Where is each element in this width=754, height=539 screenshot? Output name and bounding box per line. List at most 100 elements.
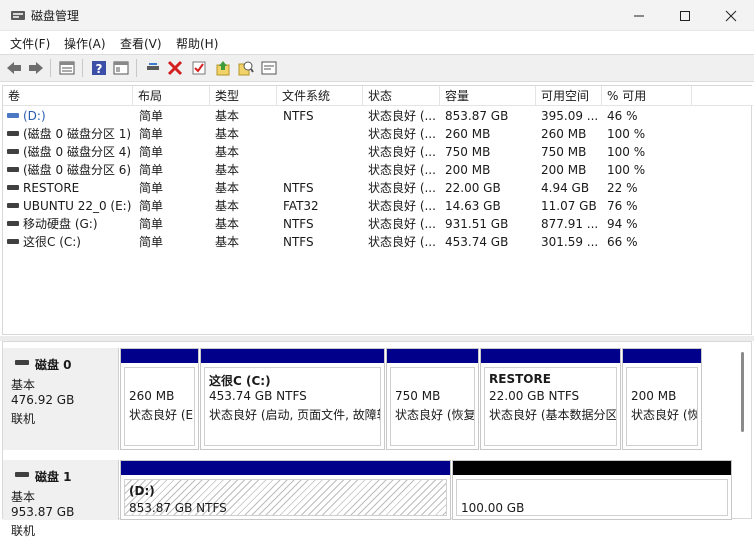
check-button[interactable] (189, 59, 209, 77)
volume-row[interactable]: (磁盘 0 磁盘分区 6) 简单 基本 状态良好 (... 200 MB 200 MB 10… (3, 161, 753, 179)
disk-type: 基本 (11, 378, 36, 392)
column-type[interactable]: 类型 (210, 86, 277, 106)
partition-status: 状态良好 (恢 (631, 408, 698, 422)
volume-row[interactable]: (D:) 简单 基本 NTFS 状态良好 (... 853.87 GB 395.09 ...… (3, 107, 753, 125)
partition-disk0-4[interactable]: 750 MB 状态良好 (恢复 (386, 348, 479, 450)
partition-body: 这很C (C:) 453.74 GB NTFS 状态良好 (启动, 页面文件, … (204, 367, 381, 446)
partition-size: 853.87 GB NTFS (129, 501, 227, 515)
view-button[interactable] (111, 59, 131, 77)
volume-row[interactable]: 移动硬盘 (G:) 简单 基本 NTFS 状态良好 (... 931.51 GB 877.9… (3, 215, 753, 233)
volume-row[interactable]: (磁盘 0 磁盘分区 1) 简单 基本 状态良好 (... 260 MB 260 MB 10… (3, 125, 753, 143)
partition-bar (623, 349, 701, 363)
volume-percent-free: 22 % (607, 181, 638, 195)
volume-icon (7, 185, 19, 190)
volume-layout: 简单 (139, 145, 164, 159)
volume-row[interactable]: RESTORE 简单 基本 NTFS 状态良好 (... 22.00 GB 4.94 GB 2… (3, 179, 753, 197)
properties-button[interactable] (57, 59, 77, 77)
disk-map-scrollbar[interactable] (741, 352, 744, 432)
up-button[interactable] (213, 59, 233, 77)
disk-1-label[interactable]: 磁盘 1 基本 953.87 GB 联机 (3, 460, 119, 538)
maximize-button[interactable] (662, 0, 708, 31)
delete-icon (167, 60, 183, 76)
partition-status: 状态良好 (恢复 (395, 408, 475, 422)
volume-capacity: 931.51 GB (445, 217, 509, 231)
toolbar: ? (0, 54, 754, 82)
console-icon (261, 61, 277, 75)
forward-button[interactable] (26, 59, 46, 77)
volume-filesystem: FAT32 (283, 199, 319, 213)
volume-icon (7, 203, 19, 208)
partition-disk0-6[interactable]: 200 MB 状态良好 (恢 (622, 348, 702, 450)
volume-layout: 简单 (139, 235, 164, 249)
partition-status: 状态良好 (E (129, 408, 194, 422)
help-icon: ? (92, 61, 106, 76)
forward-arrow-icon (29, 62, 43, 74)
partition-restore[interactable]: RESTORE 22.00 GB NTFS 状态良好 (基本数据分区 (480, 348, 621, 450)
volume-free-space: 301.59 ... (541, 235, 599, 249)
properties-icon (59, 61, 75, 75)
volume-row[interactable]: 这很C (C:) 简单 基本 NTFS 状态良好 (... 453.74 GB 301.59… (3, 233, 753, 251)
partition-d[interactable]: (D:) 853.87 GB NTFS (120, 460, 451, 520)
menu-help[interactable]: 帮助(H) (176, 35, 218, 52)
volume-status: 状态良好 (... (368, 181, 436, 195)
column-capacity[interactable]: 容量 (440, 86, 536, 106)
partition-bar (201, 349, 384, 363)
volume-status: 状态良好 (... (368, 145, 436, 159)
partition-title: 这很C (C:) (209, 374, 271, 388)
partition-c[interactable]: 这很C (C:) 453.74 GB NTFS 状态良好 (启动, 页面文件, … (200, 348, 385, 450)
volume-icon (7, 239, 19, 244)
volume-name: (磁盘 0 磁盘分区 1) (23, 127, 131, 141)
volume-type: 基本 (215, 235, 240, 249)
partition-unallocated[interactable]: 100.00 GB (452, 460, 732, 520)
title-bar: 磁盘管理 (0, 0, 754, 31)
volume-status: 状态良好 (... (368, 163, 436, 177)
close-button[interactable] (708, 0, 754, 31)
volume-capacity: 22.00 GB (445, 181, 501, 195)
partition-size: 100.00 GB (461, 501, 525, 515)
up-icon (216, 61, 230, 76)
connect-button[interactable] (143, 59, 163, 77)
column-percent-free[interactable]: % 可用 (602, 86, 692, 106)
volume-type: 基本 (215, 163, 240, 177)
column-volume[interactable]: 卷 (3, 86, 133, 106)
partition-disk0-1[interactable]: 260 MB 状态良好 (E (120, 348, 199, 450)
column-status[interactable]: 状态 (363, 86, 440, 106)
help-button[interactable]: ? (89, 59, 109, 77)
close-icon (725, 10, 737, 21)
minimize-button[interactable] (616, 0, 662, 31)
volume-list: 卷 布局 类型 文件系统 状态 容量 可用空间 % 可用 (D:) 简单 基本 NTF… (2, 85, 753, 335)
disk-state: 联机 (11, 524, 36, 538)
menu-file[interactable]: 文件(F) (10, 35, 50, 52)
disk-state: 联机 (11, 412, 36, 426)
volume-percent-free: 66 % (607, 235, 638, 249)
menu-action[interactable]: 操作(A) (64, 35, 106, 52)
check-icon (192, 61, 206, 75)
volume-free-space: 200 MB (541, 163, 587, 177)
volume-percent-free: 76 % (607, 199, 638, 213)
volume-layout: 简单 (139, 109, 164, 123)
volume-free-space: 877.91 ... (541, 217, 599, 231)
disk-icon (15, 360, 29, 365)
volume-name: 移动硬盘 (G:) (23, 217, 98, 231)
column-free-space[interactable]: 可用空间 (536, 86, 602, 106)
column-layout[interactable]: 布局 (133, 86, 210, 106)
toolbar-separator (50, 59, 51, 77)
toolbar-separator (136, 59, 137, 77)
search-button[interactable] (236, 59, 256, 77)
console-button[interactable] (259, 59, 279, 77)
volume-percent-free: 100 % (607, 163, 646, 177)
volume-row[interactable]: (磁盘 0 磁盘分区 4) 简单 基本 状态良好 (... 750 MB 750 MB 10… (3, 143, 753, 161)
volume-filesystem: NTFS (283, 109, 314, 123)
volume-free-space: 11.07 GB (541, 199, 597, 213)
column-header: 卷 布局 类型 文件系统 状态 容量 可用空间 % 可用 (3, 86, 753, 106)
menu-view[interactable]: 查看(V) (120, 35, 162, 52)
back-button[interactable] (4, 59, 24, 77)
volume-layout: 简单 (139, 163, 164, 177)
volume-row[interactable]: UBUNTU 22_0 (E:) 简单 基本 FAT32 状态良好 (... 14.63 … (3, 197, 753, 215)
partition-size: 200 MB (631, 389, 677, 403)
delete-button[interactable] (165, 59, 185, 77)
partition-body: (D:) 853.87 GB NTFS (124, 479, 447, 516)
back-arrow-icon (7, 62, 21, 74)
disk-0-label[interactable]: 磁盘 0 基本 476.92 GB 联机 (3, 348, 119, 450)
column-filesystem[interactable]: 文件系统 (277, 86, 363, 106)
